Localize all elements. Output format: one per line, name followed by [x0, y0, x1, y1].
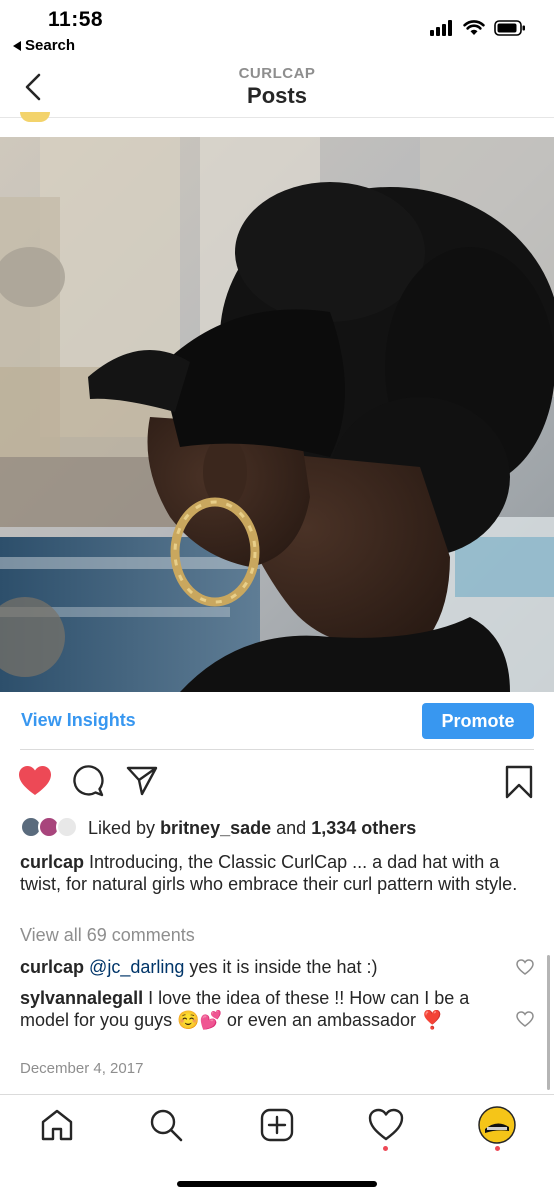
view-insights-link[interactable]: View Insights: [21, 710, 136, 731]
post-photo[interactable]: [0, 137, 554, 692]
liked-by-user[interactable]: britney_sade: [160, 818, 271, 839]
liked-by-and: and: [276, 817, 307, 838]
insights-row: View Insights Promote: [0, 692, 554, 750]
account-name: CURLCAP: [238, 65, 316, 82]
cellular-signal-icon: [430, 20, 452, 36]
home-icon[interactable]: [39, 1107, 75, 1143]
comment-icon[interactable]: [73, 765, 105, 797]
bookmark-icon[interactable]: [505, 765, 533, 799]
caption-username[interactable]: curlcap: [20, 852, 84, 872]
activity-heart-icon[interactable]: [368, 1107, 404, 1143]
search-icon[interactable]: [148, 1107, 184, 1143]
post-photo-illustration: [0, 137, 554, 692]
comment-like-heart-icon[interactable]: [516, 1011, 534, 1027]
liked-by-others[interactable]: 1,334 others: [311, 818, 416, 839]
post-date: December 4, 2017: [20, 1060, 144, 1077]
comment-text: yes it is inside the hat :): [189, 957, 378, 977]
profile-notification-dot: [495, 1146, 500, 1151]
post-caption: curlcap Introducing, the Classic CurlCap…: [20, 851, 520, 895]
status-bar: 11:58 Search: [0, 0, 554, 60]
status-time: 11:58: [48, 8, 104, 31]
back-to-search-link[interactable]: Search: [13, 37, 75, 54]
scroll-indicator: [547, 955, 550, 1090]
battery-icon: [494, 20, 525, 36]
nav-header: CURLCAP Posts: [0, 60, 554, 118]
wifi-icon: [463, 20, 485, 35]
liked-by-prefix: Liked by: [88, 817, 156, 838]
back-triangle-icon: [13, 40, 21, 51]
likes-summary[interactable]: Liked by britney_sade and 1,334 others: [20, 816, 416, 840]
liker-avatars: [20, 816, 82, 840]
home-indicator: [177, 1181, 377, 1187]
comment-username[interactable]: sylvannalegall: [20, 988, 143, 1008]
status-icons: [430, 20, 526, 36]
caption-text: Introducing, the Classic CurlCap ... a d…: [20, 852, 518, 894]
comment-mention[interactable]: @jc_darling: [89, 957, 184, 977]
back-app-label: Search: [25, 37, 76, 54]
comment-item: curlcap @jc_darling yes it is inside the…: [20, 956, 510, 978]
avatar: [56, 816, 78, 838]
promote-button[interactable]: Promote: [422, 703, 534, 739]
comment-like-heart-icon[interactable]: [516, 959, 534, 975]
previous-post-avatar-peek: [20, 112, 50, 122]
bottom-tab-bar: [0, 1094, 554, 1164]
activity-notification-dot: [383, 1146, 388, 1151]
heart-filled-icon[interactable]: [18, 765, 52, 797]
view-all-comments-link[interactable]: View all 69 comments: [20, 925, 195, 946]
profile-avatar[interactable]: [477, 1105, 517, 1145]
comment-item: sylvannalegall I love the idea of these …: [20, 987, 510, 1031]
post-actions: [0, 762, 554, 802]
comment-username[interactable]: curlcap: [20, 957, 84, 977]
share-icon[interactable]: [126, 765, 158, 797]
divider: [20, 749, 534, 750]
page-title: Posts: [247, 83, 307, 108]
new-post-icon[interactable]: [259, 1107, 295, 1143]
